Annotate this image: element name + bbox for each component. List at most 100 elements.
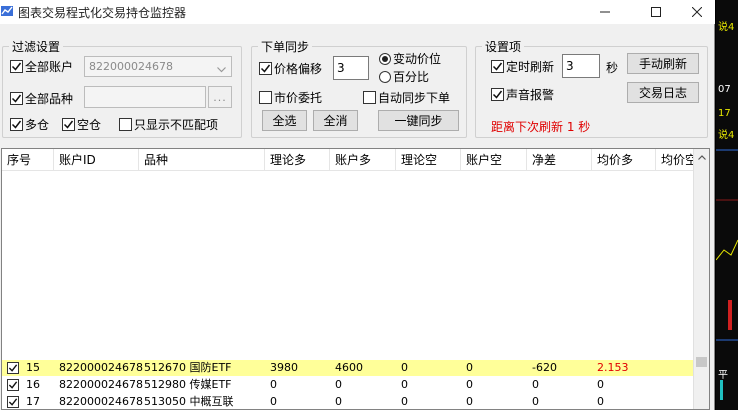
checkbox-checked-icon[interactable]: [7, 379, 19, 391]
all-accounts-checkbox[interactable]: 全部账户: [10, 58, 73, 75]
variable-price-label: 变动价位: [393, 52, 442, 66]
column-header[interactable]: 账户多: [330, 149, 396, 171]
refresh-seconds-input[interactable]: 3: [562, 54, 600, 78]
all-products-checkbox[interactable]: 全部品种: [10, 90, 73, 107]
checkbox-checked-icon: [10, 118, 23, 131]
trade-log-button[interactable]: 交易日志: [627, 82, 699, 103]
cell-avg-long: 2.153: [597, 361, 629, 374]
mismatch-only-checkbox[interactable]: 只显示不匹配项: [119, 116, 218, 133]
cell-account-short: 0: [466, 361, 473, 374]
auto-sync-checkbox[interactable]: 自动同步下单: [363, 89, 450, 106]
positions-table[interactable]: 序号 账户ID 品种 理论多 账户多 理论空 账户空 净差 均价多 均价空 15…: [1, 148, 710, 410]
timed-refresh-label: 定时刷新: [506, 60, 555, 74]
cell-net-diff: 0: [532, 395, 539, 408]
all-accounts-label: 全部账户: [25, 60, 74, 74]
checkbox-checked-icon: [259, 62, 272, 75]
account-select-value: 822000024678: [89, 60, 173, 73]
product-input[interactable]: [84, 86, 206, 108]
mismatch-only-label: 只显示不匹配项: [134, 118, 219, 132]
radio-selected-icon: [379, 52, 391, 65]
table-row[interactable]: 17 822000024678 513050 中概互联 0 0 0 0 0 0: [2, 394, 694, 409]
scroll-up-icon[interactable]: [694, 149, 709, 165]
background-chart-lines: [716, 149, 738, 400]
filter-group-title: 过滤设置: [12, 40, 61, 54]
long-position-checkbox[interactable]: 多仓: [10, 116, 49, 133]
variable-price-radio[interactable]: 变动价位: [379, 50, 441, 67]
market-order-label: 市价委托: [274, 91, 323, 105]
sound-alarm-label: 声音报警: [506, 88, 555, 102]
column-header[interactable]: 序号: [2, 149, 54, 171]
column-header[interactable]: 账户ID: [54, 149, 139, 171]
checkbox-checked-icon: [10, 60, 23, 73]
column-header[interactable]: 账户空: [461, 149, 527, 171]
window-title: 图表交易程式化交易持仓监控器: [18, 6, 187, 20]
cell-theory-short: 0: [401, 395, 408, 408]
checkbox-checked-icon[interactable]: [7, 396, 19, 408]
cell-account-long: 0: [335, 378, 342, 391]
column-header[interactable]: 均价多: [592, 149, 656, 171]
cell-net-diff: -620: [532, 361, 557, 374]
vertical-scrollbar[interactable]: [693, 149, 709, 409]
table-row[interactable]: 15 822000024678 512670 国防ETF 3980 4600 0…: [2, 360, 694, 376]
table-header: 序号 账户ID 品种 理论多 账户多 理论空 账户空 净差 均价多 均价空: [2, 149, 694, 171]
short-position-label: 空仓: [77, 118, 102, 132]
cell-account: 822000024678: [59, 361, 143, 374]
column-header[interactable]: 均价空: [656, 149, 694, 171]
checkbox-checked-icon: [491, 60, 504, 73]
percent-label: 百分比: [393, 70, 430, 84]
checkbox-unchecked-icon: [259, 91, 272, 104]
price-offset-input[interactable]: 3: [333, 56, 369, 80]
radio-unselected-icon: [379, 70, 391, 83]
column-header[interactable]: 理论空: [396, 149, 461, 171]
maximize-icon[interactable]: [634, 0, 678, 24]
minimize-icon[interactable]: [583, 0, 627, 24]
checkbox-checked-icon: [10, 92, 23, 105]
column-header[interactable]: 净差: [527, 149, 592, 171]
scrollbar-thumb[interactable]: [696, 357, 707, 367]
price-offset-checkbox[interactable]: 价格偏移: [259, 60, 322, 77]
auto-sync-label: 自动同步下单: [378, 91, 451, 105]
cell-account: 822000024678: [59, 378, 143, 391]
title-bar[interactable]: 图表交易程式化交易持仓监控器: [0, 0, 715, 24]
column-header[interactable]: 品种: [139, 149, 265, 171]
all-products-label: 全部品种: [25, 92, 74, 106]
column-header[interactable]: 理论多: [265, 149, 330, 171]
account-select[interactable]: 822000024678: [84, 56, 232, 77]
cell-theory-short: 0: [401, 378, 408, 391]
checkbox-unchecked-icon: [363, 91, 376, 104]
cell-product: 512670 国防ETF: [144, 361, 232, 374]
cell-seq: 15: [26, 361, 40, 374]
cell-product: 513050 中概互联: [144, 395, 234, 408]
cell-seq: 17: [26, 395, 40, 408]
timed-refresh-checkbox[interactable]: 定时刷新: [491, 58, 554, 75]
price-offset-label: 价格偏移: [274, 62, 323, 76]
cell-account-long: 0: [335, 395, 342, 408]
short-position-checkbox[interactable]: 空仓: [62, 116, 101, 133]
long-position-label: 多仓: [25, 118, 50, 132]
cell-net-diff: 0: [532, 378, 539, 391]
browse-products-button[interactable]: ...: [208, 86, 232, 108]
chevron-down-icon: [217, 63, 226, 76]
checkbox-checked-icon: [62, 118, 75, 131]
checkbox-checked-icon[interactable]: [7, 362, 19, 374]
checkbox-checked-icon: [491, 88, 504, 101]
settings-group-title: 设置项: [485, 40, 522, 54]
sound-alarm-checkbox[interactable]: 声音报警: [491, 86, 554, 103]
background-chart-strip: 说4 07 17 说4 平: [716, 0, 738, 410]
table-row[interactable]: 16 822000024678 512980 传媒ETF 0 0 0 0 0 0: [2, 377, 694, 393]
one-click-sync-button[interactable]: 一键同步: [378, 110, 459, 131]
deselect-all-button[interactable]: 全消: [313, 110, 358, 131]
select-all-button[interactable]: 全选: [262, 110, 307, 131]
manual-refresh-button[interactable]: 手动刷新: [627, 53, 699, 74]
market-order-checkbox[interactable]: 市价委托: [259, 89, 322, 106]
cell-theory-long: 3980: [270, 361, 298, 374]
cell-avg-long: 0: [597, 378, 604, 391]
close-icon[interactable]: [675, 0, 719, 24]
cell-product: 512980 传媒ETF: [144, 378, 232, 391]
cell-account-short: 0: [466, 378, 473, 391]
cell-account-short: 0: [466, 395, 473, 408]
order-sync-group-title: 下单同步: [261, 40, 310, 54]
cell-account-long: 4600: [335, 361, 363, 374]
percent-radio[interactable]: 百分比: [379, 68, 429, 85]
app-icon: [0, 4, 14, 18]
